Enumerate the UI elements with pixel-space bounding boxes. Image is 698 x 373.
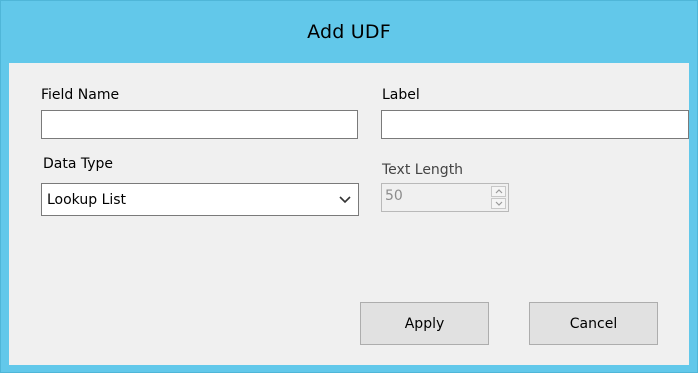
label-input[interactable] xyxy=(381,110,689,139)
label-label: Label xyxy=(382,87,420,103)
spinner-up-button[interactable] xyxy=(491,186,506,197)
spinner-down-button[interactable] xyxy=(491,198,506,209)
chevron-up-icon xyxy=(495,189,503,194)
data-type-label: Data Type xyxy=(43,156,114,172)
dialog-title: Add UDF xyxy=(307,21,391,43)
data-type-selected-value: Lookup List xyxy=(47,192,127,208)
cancel-button[interactable]: Cancel xyxy=(529,302,658,345)
text-length-label: Text Length xyxy=(382,162,464,178)
chevron-down-icon xyxy=(495,201,503,206)
chevron-down-icon xyxy=(339,196,351,204)
apply-button[interactable]: Apply xyxy=(360,302,489,345)
text-length-value: 50 xyxy=(385,188,403,204)
field-name-label: Field Name xyxy=(41,87,120,103)
field-name-input[interactable] xyxy=(41,110,358,139)
add-udf-dialog: Add UDF Field Name Label Data Type Looku… xyxy=(0,0,698,373)
dialog-client-area: Field Name Label Data Type Lookup List T… xyxy=(9,63,689,365)
text-length-spinner[interactable]: 50 xyxy=(381,183,509,212)
data-type-dropdown[interactable]: Lookup List xyxy=(41,183,359,216)
